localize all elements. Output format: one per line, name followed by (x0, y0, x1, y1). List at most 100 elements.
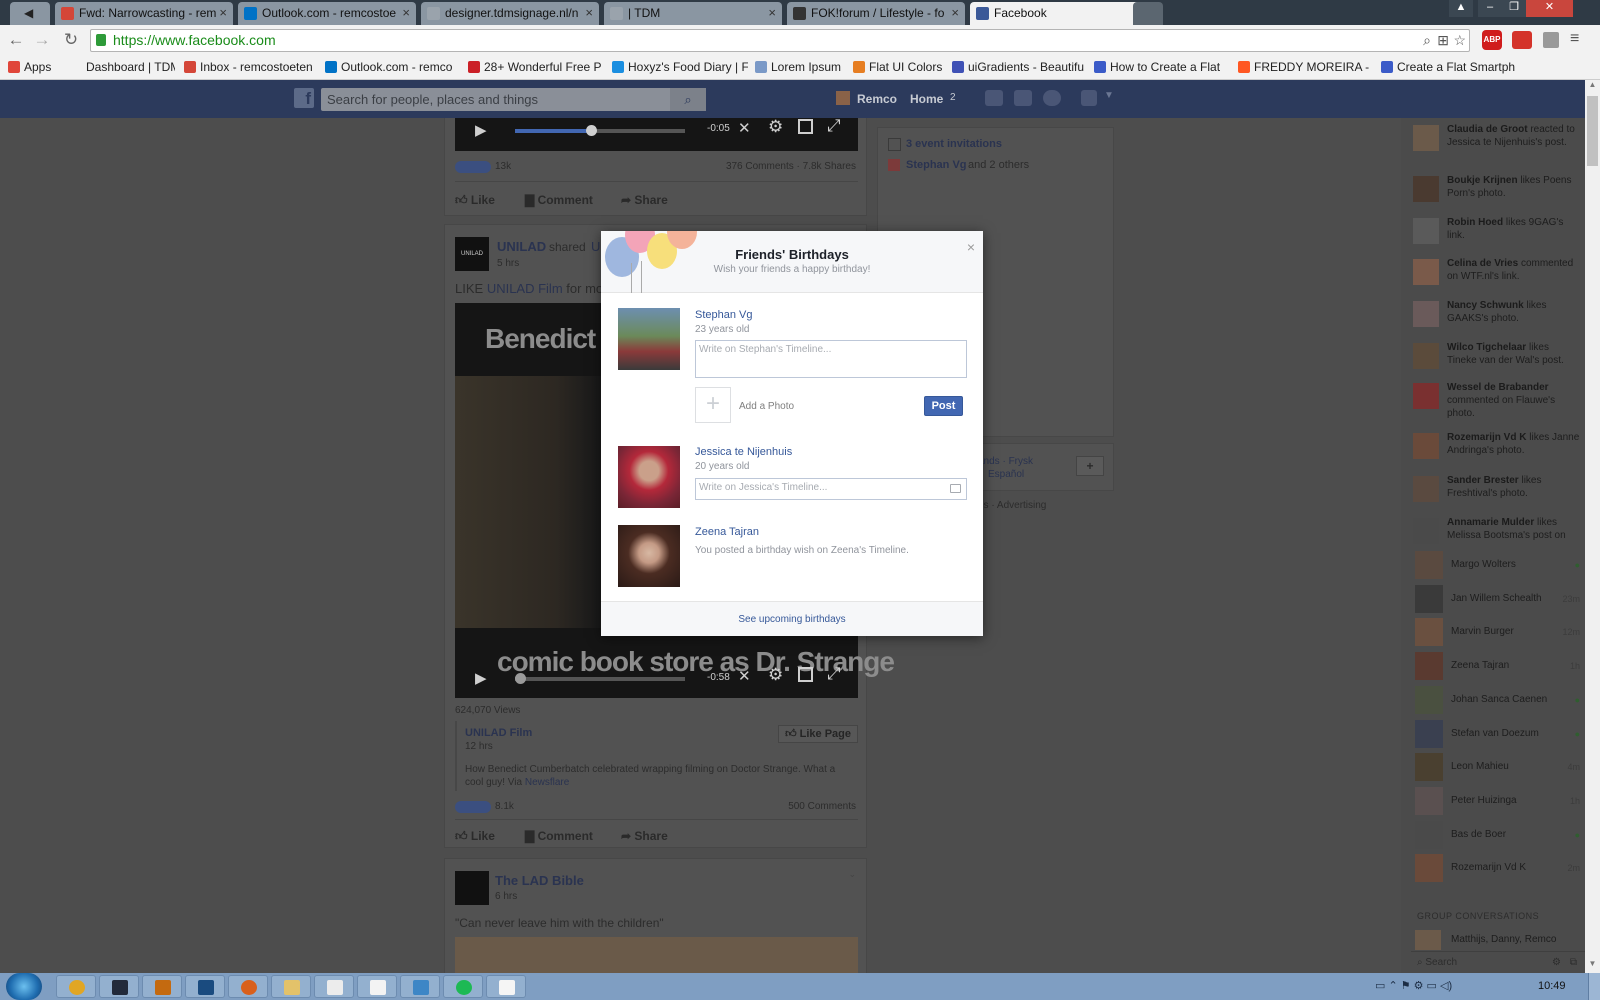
source-page-link[interactable]: UNILAD Film (465, 727, 532, 739)
profile-link[interactable]: Remco (857, 92, 897, 106)
zoom-icon[interactable]: ⌕ (1423, 30, 1431, 51)
taskbar-illustrator-button[interactable] (142, 975, 182, 998)
popout-icon[interactable] (798, 667, 813, 682)
friend-requests-icon[interactable] (985, 90, 1003, 106)
chat-search-input[interactable]: ⌕ Search ⚙ ⧉ (1411, 951, 1585, 973)
taskbar-spotify-button[interactable] (443, 975, 483, 998)
fullscreen-icon[interactable]: ⤢ (827, 118, 841, 136)
newsflare-link[interactable]: Newsflare (525, 777, 569, 788)
popout-icon[interactable] (798, 119, 813, 134)
new-tab-button[interactable] (1133, 2, 1163, 25)
scroll-down-arrow[interactable]: ▼ (1585, 959, 1600, 973)
play-icon[interactable]: ▶ (475, 121, 487, 139)
facebook-search-input[interactable]: Search for people, places and things ⌕ (321, 88, 706, 111)
avatar[interactable] (618, 525, 680, 587)
taskbar-firefox-button[interactable] (228, 975, 268, 998)
add-language-button[interactable]: + (1076, 456, 1104, 476)
adblock-icon[interactable]: ABP (1482, 30, 1502, 50)
minimize-button[interactable]: – (1478, 0, 1502, 17)
bookmark-item[interactable]: 28+ Wonderful Free P (468, 60, 605, 74)
forward-button[interactable]: → (32, 30, 52, 50)
avatar[interactable] (618, 446, 680, 508)
ticker-item[interactable]: Wessel de Brabander commented on Flauwe'… (1413, 381, 1580, 420)
url-input[interactable]: https://www.facebook.com ⌕ ⊞ ☆ (90, 29, 1470, 52)
post-image[interactable] (455, 937, 858, 973)
page-scrollbar[interactable]: ▲ ▼ (1585, 80, 1600, 973)
language-link-espanol[interactable]: Español (988, 469, 1024, 480)
ladbible-avatar[interactable] (455, 871, 489, 905)
bookmark-item[interactable]: FREDDY MOREIRA - M (1238, 60, 1373, 74)
reaction-icons[interactable] (455, 801, 491, 813)
share-button[interactable]: ➦ Share (621, 193, 668, 207)
close-icon[interactable]: × (967, 239, 975, 255)
bookmark-item[interactable]: Lorem Ipsum (755, 60, 845, 74)
taskbar-photoshop-button[interactable] (185, 975, 225, 998)
extension-icon[interactable] (1543, 32, 1559, 48)
close-tab-icon[interactable]: × (402, 2, 410, 24)
comment-button[interactable]: ▇ Comment (525, 193, 593, 207)
close-tab-icon[interactable]: × (951, 2, 959, 24)
language-links[interactable]: ands · Frysk (978, 456, 1033, 467)
bookmark-item[interactable]: Create a Flat Smartph (1381, 60, 1521, 74)
chevron-down-icon[interactable]: ▼ (1104, 90, 1114, 101)
ticker-item[interactable]: Claudia de Groot reacted to Jessica te N… (1413, 123, 1580, 151)
gear-icon[interactable]: ⚙ (768, 118, 783, 137)
close-window-button[interactable]: ✕ (1526, 0, 1573, 17)
chat-contact[interactable]: Bas de Boer ● (1415, 820, 1580, 850)
unilad-avatar[interactable]: UNILAD (455, 237, 489, 271)
video-player-1[interactable]: ▶ -0:05 ✕ ⚙ ⤢ (455, 118, 858, 151)
like-button[interactable]: 👍︎ Like (455, 193, 495, 208)
birthday-link[interactable]: Stephan Vg (906, 159, 967, 171)
event-invitations-link[interactable]: 3 event invitations (906, 138, 1002, 150)
profile-icon[interactable]: ▲ (1449, 0, 1473, 17)
compose-icon[interactable]: ⧉ (1570, 952, 1577, 973)
video-progress-bar[interactable] (515, 673, 685, 684)
ticker-item[interactable]: Celina de Vries commented on WTF.nl's li… (1413, 257, 1580, 285)
menu-icon[interactable]: ≡ (1570, 30, 1579, 48)
chat-contact[interactable]: Rozemarijn Vd K 2m (1415, 853, 1580, 883)
bookmark-item[interactable]: How to Create a Flat (1094, 60, 1229, 74)
browser-tab[interactable]: FOK!forum / Lifestyle - fo × (787, 2, 965, 25)
notifications-icon[interactable] (1043, 90, 1061, 106)
close-tab-icon[interactable]: × (768, 2, 776, 24)
clock[interactable]: 10:49 (1538, 980, 1566, 992)
messages-icon[interactable] (1014, 90, 1032, 106)
avatar[interactable] (836, 91, 850, 105)
chat-contact[interactable]: Leon Mahieu 4m (1415, 752, 1580, 782)
bookmark-item[interactable]: Inbox - remcostoeten (184, 60, 319, 74)
share-button[interactable]: ➦ Share (621, 829, 668, 843)
taskbar-calculator-button[interactable] (314, 975, 354, 998)
taskbar-explorer-button[interactable] (271, 975, 311, 998)
post-button[interactable]: Post (924, 396, 963, 416)
video-progress-bar[interactable] (515, 125, 685, 136)
ticker-item[interactable]: Wilco Tigchelaar likes Tineke van der Wa… (1413, 341, 1580, 369)
gear-icon[interactable]: ⚙ (768, 665, 783, 685)
scroll-thumb[interactable] (1587, 96, 1598, 166)
ticker-item[interactable]: Rozemarijn Vd K likes Janne Andringa's p… (1413, 431, 1580, 459)
ticker-item[interactable]: Annamarie Mulder likes Melissa Bootsma's… (1413, 516, 1580, 544)
ticker-item[interactable]: Sander Brester likes Freshtival's photo. (1413, 474, 1580, 502)
show-desktop-button[interactable] (1588, 973, 1600, 1000)
youtube-extension-icon[interactable] (1512, 31, 1532, 49)
taskbar-paint-button[interactable] (357, 975, 397, 998)
post-author-link[interactable]: The LAD Bible (495, 873, 584, 888)
ticker-item[interactable]: Boukje Krijnen likes Poens Porn's photo. (1413, 174, 1580, 202)
bookmark-item[interactable]: Hoxyz's Food Diary | F (612, 60, 748, 74)
bookmark-star-icon[interactable]: ☆ (1453, 30, 1466, 51)
browser-tab[interactable]: Facebook× (970, 2, 1148, 25)
browser-tab[interactable]: Outlook.com - remcostoe × (238, 2, 416, 25)
add-photo-button[interactable]: + (695, 387, 731, 423)
browser-tab[interactable]: designer.tdmsignage.nl/n × (421, 2, 599, 25)
chevron-down-icon[interactable]: ⌄ (848, 869, 856, 880)
taskbar-notepad-l-button[interactable] (400, 975, 440, 998)
unilad-film-link[interactable]: UNILAD Film (487, 281, 563, 296)
friend-name-link[interactable]: Zeena Tajran (695, 526, 759, 538)
post-author-link[interactable]: UNILAD (497, 239, 546, 254)
bookmark-item[interactable]: Dashboard | TDM (70, 60, 175, 74)
post-timestamp[interactable]: 5 hrs (497, 258, 519, 269)
fullscreen-icon[interactable]: ⤢ (827, 664, 841, 684)
facebook-logo-icon[interactable]: f (294, 88, 314, 108)
timeline-post-input[interactable]: Write on Stephan's Timeline... (695, 340, 967, 378)
taskbar-batman-button[interactable] (99, 975, 139, 998)
add-photo-label[interactable]: Add a Photo (739, 401, 794, 412)
